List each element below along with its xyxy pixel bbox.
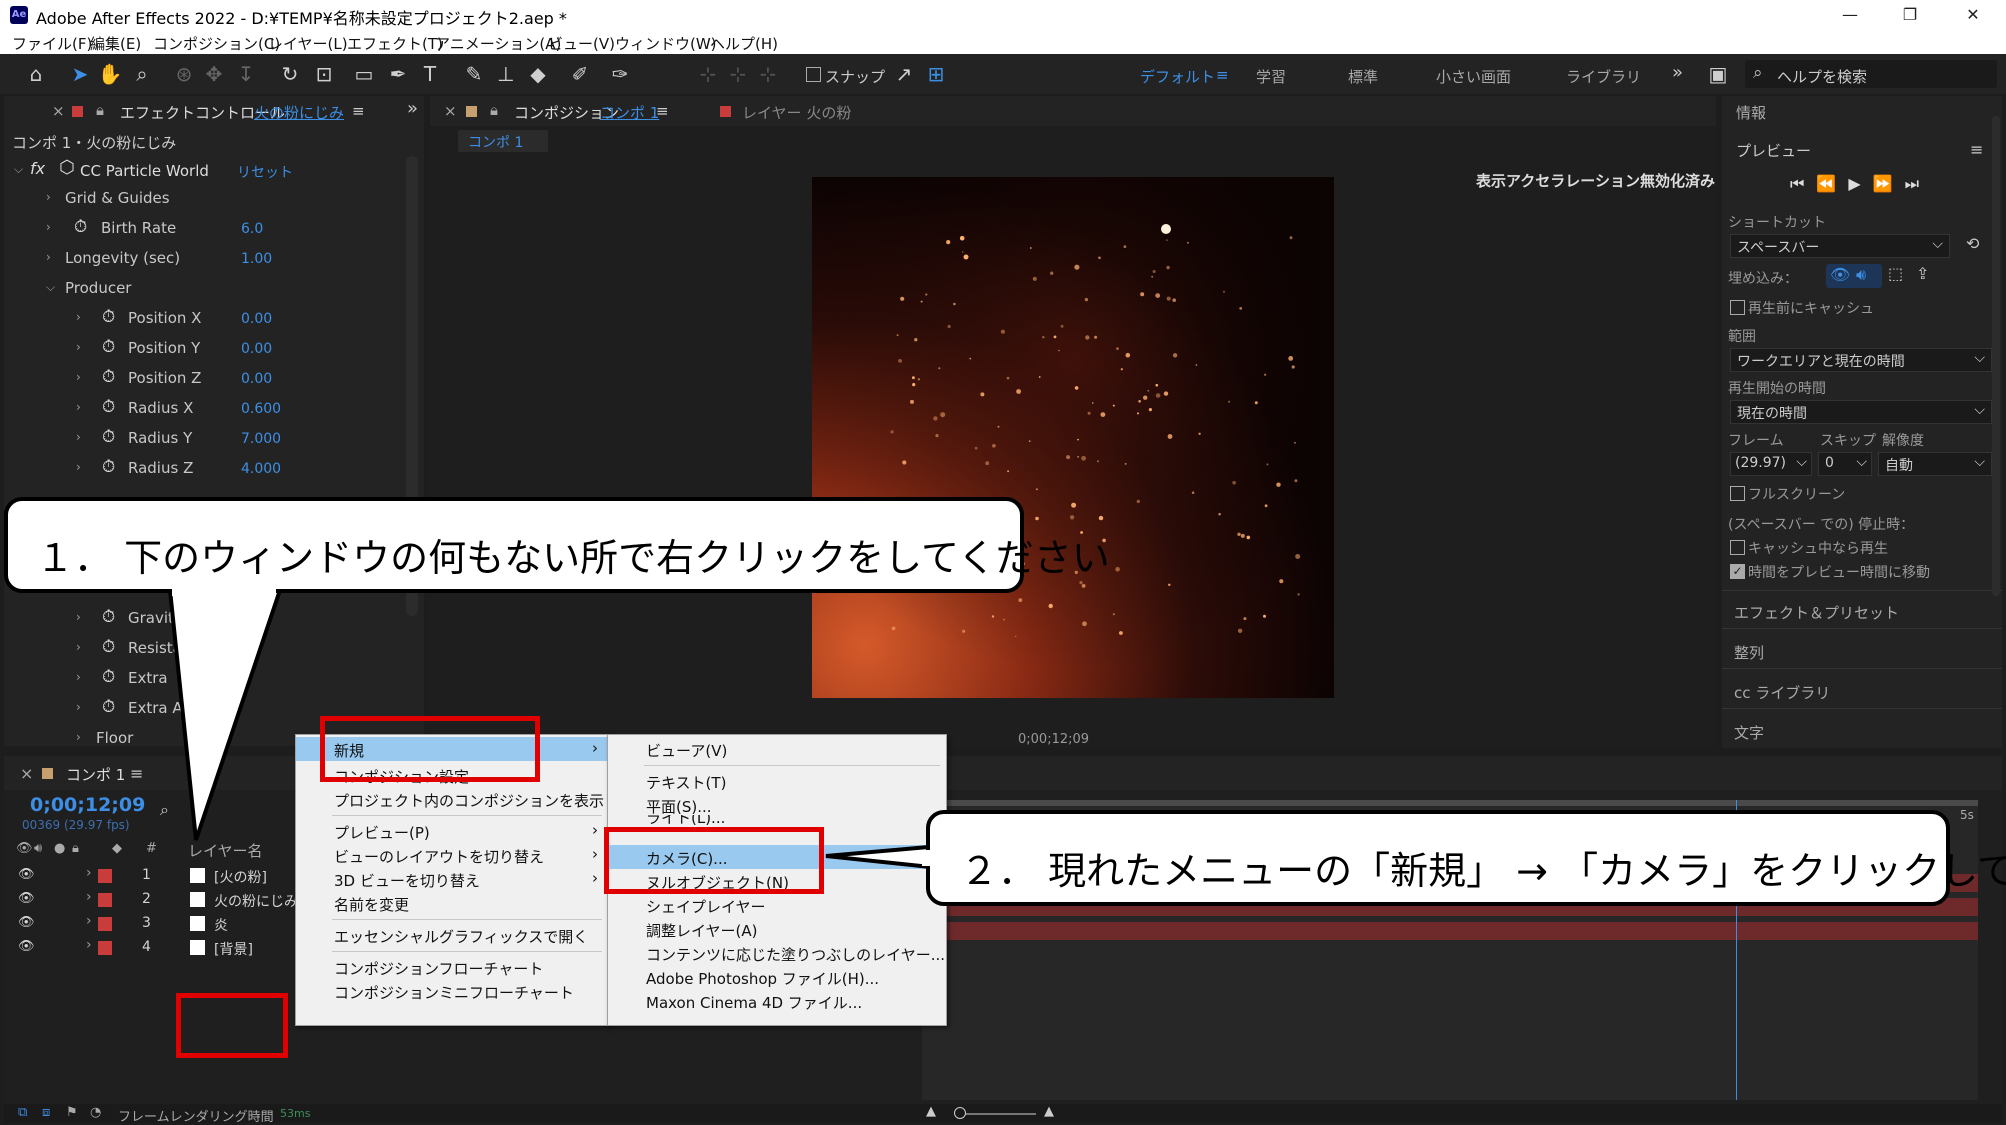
callout-step-1-text: １． 下のウィンドウの何もない所で右クリックをしてください bbox=[36, 536, 1110, 580]
after-effects-window: Ae Adobe After Effects 2022 - D:¥TEMP¥名称… bbox=[0, 0, 2006, 1125]
callout-step-1: １． 下のウィンドウの何もない所で右クリックをしてください bbox=[4, 497, 1110, 593]
callout-1-joint bbox=[172, 586, 276, 596]
callout-step-2-text: ２． 現れたメニューの「新規」 → 「カメラ」をクリックしてください bbox=[960, 849, 2006, 893]
callout-1-pointer bbox=[167, 588, 283, 841]
callout-2-joint bbox=[922, 850, 932, 866]
callout-step-2: ２． 現れたメニューの「新規」 → 「カメラ」をクリックしてください bbox=[926, 810, 2006, 906]
